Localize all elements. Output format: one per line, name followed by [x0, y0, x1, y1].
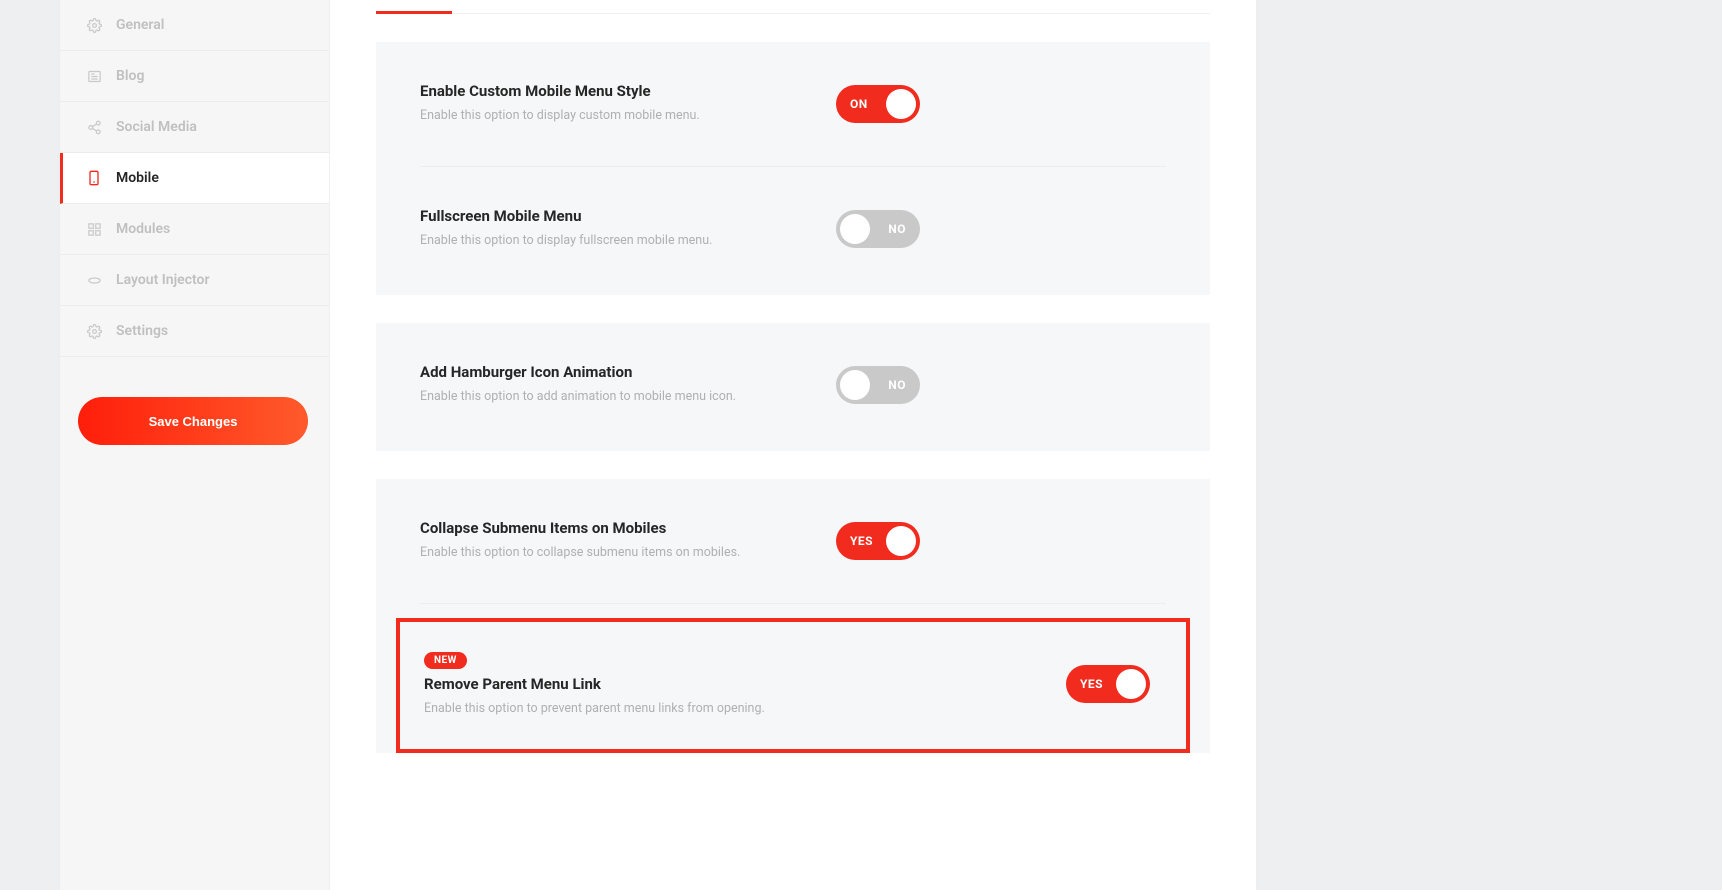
setting-text: NEW Remove Parent Menu Link Enable this … [424, 648, 765, 719]
sidebar-item-modules[interactable]: Modules [60, 204, 329, 255]
toggle-label: NO [888, 222, 920, 236]
sidebar: General Blog Social Media Mobile [60, 0, 330, 890]
setting-row-collapse-submenu: Collapse Submenu Items on Mobiles Enable… [420, 479, 1166, 604]
setting-title: Add Hamburger Icon Animation [420, 363, 736, 381]
sidebar-item-label: General [116, 17, 164, 33]
setting-row-fullscreen-menu: Fullscreen Mobile Menu Enable this optio… [420, 167, 1166, 295]
main-content: Enable Custom Mobile Menu Style Enable t… [330, 0, 1256, 890]
sidebar-item-mobile[interactable]: Mobile [60, 153, 329, 204]
sidebar-item-label: Settings [116, 323, 168, 339]
sidebar-item-layout-injector[interactable]: Layout Injector [60, 255, 329, 306]
tab-indicator [376, 0, 1210, 14]
toggle-label: ON [836, 97, 868, 111]
setting-desc: Enable this option to collapse submenu i… [420, 543, 740, 563]
setting-desc: Enable this option to add animation to m… [420, 387, 736, 407]
setting-text: Enable Custom Mobile Menu Style Enable t… [420, 82, 700, 126]
sidebar-item-label: Layout Injector [116, 272, 210, 288]
news-icon [86, 68, 102, 84]
grid-icon [86, 221, 102, 237]
setting-text: Collapse Submenu Items on Mobiles Enable… [420, 519, 740, 563]
toggle-knob [840, 370, 870, 400]
setting-desc: Enable this option to display custom mob… [420, 106, 700, 126]
right-gutter [1256, 0, 1702, 890]
share-icon [86, 119, 102, 135]
sidebar-item-general[interactable]: General [60, 0, 329, 51]
setting-title: Collapse Submenu Items on Mobiles [420, 519, 740, 537]
settings-section-animation: Add Hamburger Icon Animation Enable this… [376, 323, 1210, 451]
app-wrap: General Blog Social Media Mobile [0, 0, 1722, 890]
toggle-hamburger-animation[interactable]: NO [836, 366, 920, 404]
setting-row-custom-mobile-menu: Enable Custom Mobile Menu Style Enable t… [420, 42, 1166, 167]
toggle-label: YES [1066, 677, 1103, 691]
save-changes-wrap: Save Changes [60, 357, 329, 445]
settings-panel: General Blog Social Media Mobile [60, 0, 1256, 890]
toggle-label: YES [836, 534, 873, 548]
sidebar-item-blog[interactable]: Blog [60, 51, 329, 102]
setting-row-hamburger-animation: Add Hamburger Icon Animation Enable this… [420, 323, 1166, 451]
settings-section-submenu: Collapse Submenu Items on Mobiles Enable… [376, 479, 1210, 753]
toggle-knob [886, 526, 916, 556]
setting-text: Add Hamburger Icon Animation Enable this… [420, 363, 736, 407]
toggle-knob [1116, 669, 1146, 699]
toggle-knob [840, 214, 870, 244]
save-changes-button[interactable]: Save Changes [78, 397, 308, 445]
toggle-wrap: YES [1066, 665, 1162, 703]
toggle-wrap: ON [836, 85, 1166, 123]
sidebar-item-social-media[interactable]: Social Media [60, 102, 329, 153]
toggle-remove-parent-link[interactable]: YES [1066, 665, 1150, 703]
toggle-wrap: NO [836, 366, 1166, 404]
sidebar-item-label: Modules [116, 221, 170, 237]
toggle-wrap: NO [836, 210, 1166, 248]
setting-desc: Enable this option to prevent parent men… [424, 699, 765, 719]
toggle-custom-mobile-menu[interactable]: ON [836, 85, 920, 123]
gear-icon [86, 17, 102, 33]
new-badge: NEW [424, 652, 467, 669]
toggle-label: NO [888, 378, 920, 392]
toggle-fullscreen-menu[interactable]: NO [836, 210, 920, 248]
sidebar-item-settings[interactable]: Settings [60, 306, 329, 357]
gear-icon [86, 323, 102, 339]
sidebar-item-label: Blog [116, 68, 144, 84]
setting-row-remove-parent-link-highlight: NEW Remove Parent Menu Link Enable this … [396, 618, 1190, 753]
layers-icon [86, 272, 102, 288]
mobile-icon [86, 170, 102, 186]
sidebar-item-label: Social Media [116, 119, 197, 135]
setting-title: Fullscreen Mobile Menu [420, 207, 712, 225]
setting-text: Fullscreen Mobile Menu Enable this optio… [420, 207, 712, 251]
setting-desc: Enable this option to display fullscreen… [420, 231, 712, 251]
sidebar-item-label: Mobile [116, 170, 159, 186]
toggle-collapse-submenu[interactable]: YES [836, 522, 920, 560]
toggle-knob [886, 89, 916, 119]
settings-section-menu-style: Enable Custom Mobile Menu Style Enable t… [376, 42, 1210, 295]
setting-title: Enable Custom Mobile Menu Style [420, 82, 700, 100]
toggle-wrap: YES [836, 522, 1166, 560]
setting-title: Remove Parent Menu Link [424, 675, 765, 693]
